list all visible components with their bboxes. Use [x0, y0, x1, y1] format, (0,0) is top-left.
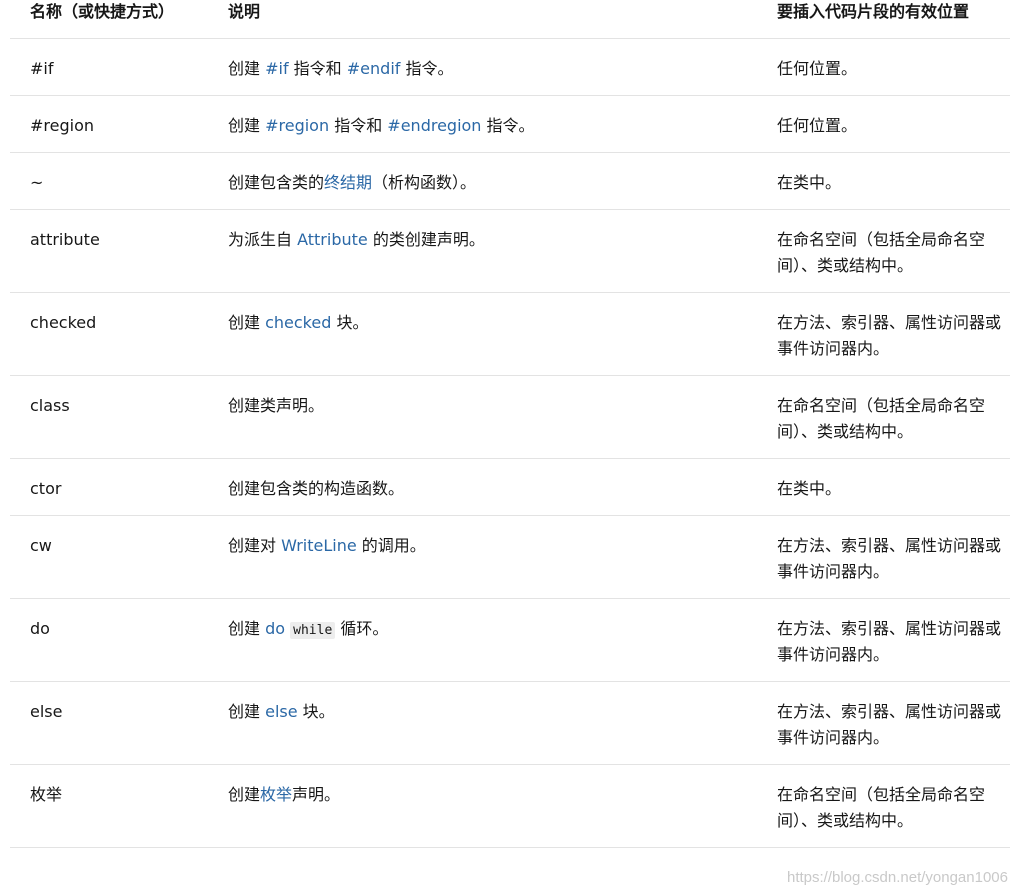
snippet-location: 在命名空间（包括全局命名空间）、类或结构中。 — [777, 396, 986, 441]
snippet-table: 名称（或快捷方式） 说明 要插入代码片段的有效位置 #if 创建 #if 指令和 … — [10, 0, 1010, 848]
doc-link[interactable]: #endif — [347, 59, 401, 78]
doc-link[interactable]: 枚举 — [260, 785, 292, 804]
snippet-location: 在命名空间（包括全局命名空间）、类或结构中。 — [777, 230, 986, 275]
description-text: 创建包含类的构造函数。 — [228, 479, 405, 498]
description-text: （析构函数）。 — [372, 173, 477, 192]
snippet-description: 创建 checked 块。 — [228, 310, 368, 336]
table-row: #if 创建 #if 指令和 #endif 指令。 任何位置。 — [10, 39, 1010, 96]
snippet-name: #if — [30, 59, 54, 78]
snippet-description: 创建 #region 指令和 #endregion 指令。 — [228, 113, 535, 139]
doc-link[interactable]: else — [265, 702, 297, 721]
snippet-name: else — [30, 702, 63, 721]
description-text: 指令。 — [481, 116, 535, 135]
description-text: 指令和 — [329, 116, 388, 135]
header-name: 名称（或快捷方式） — [30, 2, 175, 21]
snippet-location: 在方法、索引器、属性访问器或事件访问器内。 — [777, 702, 1002, 747]
header-location: 要插入代码片段的有效位置 — [777, 2, 970, 21]
table-body: #if 创建 #if 指令和 #endif 指令。 任何位置。 #region 创建 #… — [10, 39, 1010, 848]
snippet-location: 在方法、索引器、属性访问器或事件访问器内。 — [777, 536, 1002, 581]
table-row: ctor 创建包含类的构造函数。 在类中。 — [10, 459, 1010, 516]
description-text: 的类创建声明。 — [367, 230, 485, 249]
snippet-location: 在类中。 — [777, 173, 842, 192]
description-text: 块。 — [331, 313, 369, 332]
snippet-name: ~ — [30, 173, 44, 192]
doc-link[interactable]: do — [265, 619, 285, 638]
snippet-description: 创建 else 块。 — [228, 699, 335, 725]
snippet-location: 在方法、索引器、属性访问器或事件访问器内。 — [777, 313, 1002, 358]
snippet-description: 创建类声明。 — [228, 393, 324, 419]
snippet-name: cw — [30, 536, 52, 555]
description-text: 块。 — [297, 702, 335, 721]
doc-link[interactable]: 终结期 — [324, 173, 372, 192]
description-text: 创建 — [228, 702, 266, 721]
description-text: 创建 — [228, 59, 266, 78]
watermark: https://blog.csdn.net/yongan1006 — [786, 869, 1008, 886]
description-text: 的调用。 — [356, 536, 426, 555]
table-row: checked 创建 checked 块。 在方法、索引器、属性访问器或事件访问器内… — [10, 293, 1010, 376]
description-text: 创建 — [228, 619, 266, 638]
snippet-description: 创建包含类的终结期（析构函数）。 — [228, 170, 476, 196]
table-row: cw 创建对 WriteLine 的调用。 在方法、索引器、属性访问器或事件访问器内… — [10, 516, 1010, 599]
snippet-name: do — [30, 619, 50, 638]
table-row: class 创建类声明。 在命名空间（包括全局命名空间）、类或结构中。 — [10, 376, 1010, 459]
description-text: 创建 — [228, 116, 266, 135]
inline-code: while — [290, 622, 336, 639]
snippet-location: 任何位置。 — [777, 59, 858, 78]
table-row: attribute 为派生自 Attribute 的类创建声明。 在命名空间（包括全… — [10, 210, 1010, 293]
description-text: 创建对 — [228, 536, 282, 555]
snippet-location: 在类中。 — [777, 479, 842, 498]
table-row: do 创建 do while 循环。 在方法、索引器、属性访问器或事件访问器内。 — [10, 599, 1010, 682]
snippet-description: 创建 do while 循环。 — [228, 616, 388, 644]
description-text: 循环。 — [335, 619, 389, 638]
description-text: 指令和 — [288, 59, 347, 78]
description-text: 创建类声明。 — [228, 396, 325, 415]
doc-link[interactable]: Attribute — [297, 230, 368, 249]
snippet-name: checked — [30, 313, 97, 332]
snippet-name: attribute — [30, 230, 100, 249]
table-header: 名称（或快捷方式） 说明 要插入代码片段的有效位置 — [10, 0, 1010, 39]
table-row: ~ 创建包含类的终结期（析构函数）。 在类中。 — [10, 153, 1010, 210]
snippet-name: 枚举 — [30, 785, 63, 804]
snippet-description: 创建枚举声明。 — [228, 782, 340, 808]
snippet-location: 在命名空间（包括全局命名空间）、类或结构中。 — [777, 785, 986, 830]
snippet-description: 创建包含类的构造函数。 — [228, 476, 404, 502]
table-row: else 创建 else 块。 在方法、索引器、属性访问器或事件访问器内。 — [10, 682, 1010, 765]
description-text: 创建包含类的 — [228, 173, 325, 192]
snippet-description: 为派生自 Attribute 的类创建声明。 — [228, 227, 485, 253]
snippet-description: 创建 #if 指令和 #endif 指令。 — [228, 56, 453, 82]
table-row: 枚举 创建枚举声明。 在命名空间（包括全局命名空间）、类或结构中。 — [10, 765, 1010, 848]
doc-link[interactable]: #endregion — [387, 116, 481, 135]
doc-link[interactable]: #if — [265, 59, 288, 78]
snippet-name: class — [30, 396, 70, 415]
snippet-location: 任何位置。 — [777, 116, 858, 135]
snippet-name: #region — [30, 116, 95, 135]
description-text: 为派生自 — [228, 230, 298, 249]
header-description: 说明 — [228, 2, 261, 21]
description-text: 指令。 — [400, 59, 454, 78]
doc-link[interactable]: #region — [265, 116, 329, 135]
description-text: 创建 — [228, 313, 266, 332]
description-text: 创建 — [228, 785, 261, 804]
snippet-name: ctor — [30, 479, 62, 498]
doc-link[interactable]: WriteLine — [281, 536, 357, 555]
snippet-description: 创建对 WriteLine 的调用。 — [228, 533, 426, 559]
doc-link[interactable]: checked — [265, 313, 331, 332]
table-row: #region 创建 #region 指令和 #endregion 指令。 任何位置… — [10, 96, 1010, 153]
snippet-location: 在方法、索引器、属性访问器或事件访问器内。 — [777, 619, 1002, 664]
description-text: 声明。 — [292, 785, 341, 804]
